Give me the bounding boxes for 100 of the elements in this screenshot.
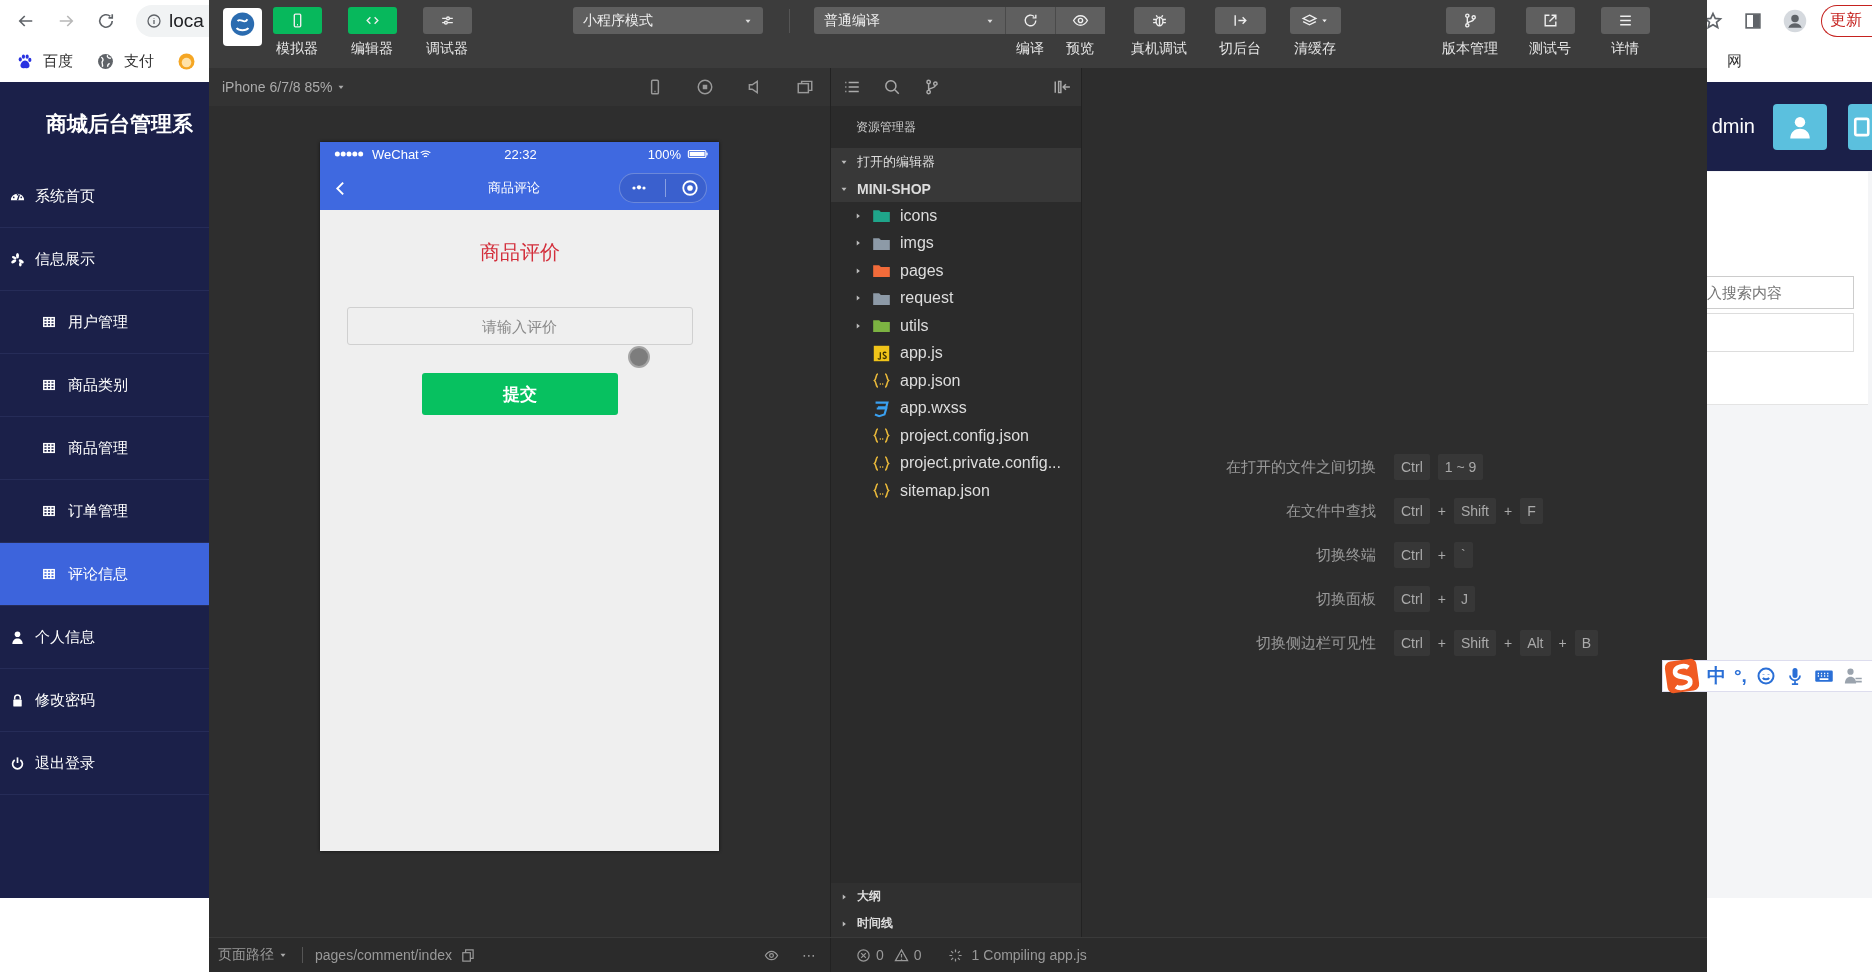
section-header[interactable]: 大纲 <box>831 883 1081 910</box>
key-cap: 1 ~ 9 <box>1437 454 1484 480</box>
capsule-menu[interactable] <box>619 173 707 203</box>
punctuation-mode[interactable]: °, <box>1734 665 1747 687</box>
table-icon <box>42 441 56 455</box>
toolbar-button[interactable] <box>422 7 472 34</box>
info-icon[interactable] <box>146 12 162 29</box>
globe-icon <box>97 53 114 70</box>
menu-item[interactable]: 评论信息 <box>0 543 209 606</box>
js-file-icon <box>872 343 891 363</box>
windows-icon[interactable] <box>796 78 814 96</box>
ime-mode[interactable]: 中 <box>1707 663 1726 689</box>
battery-icon <box>685 147 711 161</box>
button-label: 清缓存 <box>1294 40 1336 58</box>
table-icon <box>42 567 56 581</box>
button-label: 编译 <box>1016 40 1044 58</box>
toolbar-button[interactable] <box>1600 7 1650 34</box>
file-item[interactable]: project.private.config... <box>831 449 1081 477</box>
file-item[interactable]: request <box>831 284 1081 312</box>
comment-input[interactable]: 请输入评价 <box>346 307 693 345</box>
plus-sign: + <box>1437 547 1446 563</box>
file-item[interactable]: sitemap.json <box>831 477 1081 505</box>
file-item[interactable]: icons <box>831 202 1081 230</box>
copy-icon[interactable] <box>459 947 475 963</box>
toolbar-button[interactable] <box>1214 7 1266 34</box>
site-title: 商城后台管理系 <box>45 111 194 137</box>
address-bar[interactable]: loca <box>136 4 209 37</box>
toolbar-button[interactable] <box>1005 7 1055 34</box>
status-time: 22:32 <box>504 146 537 162</box>
toolbar-button[interactable] <box>347 7 397 34</box>
toolbar-button[interactable] <box>1055 7 1105 34</box>
device-selector[interactable]: iPhone 6/7/8 85% <box>222 79 346 95</box>
smiley-icon[interactable] <box>1755 666 1776 686</box>
key-cap: ` <box>1453 542 1473 568</box>
key-cap: Ctrl <box>1394 498 1430 524</box>
table-icon <box>42 378 56 392</box>
layers-icon <box>1301 12 1318 29</box>
search-field[interactable]: 入搜索内容 <box>1707 276 1854 309</box>
key-cap: B <box>1574 630 1599 656</box>
paw-icon <box>16 53 33 70</box>
button-label: 版本管理 <box>1442 40 1498 58</box>
side-panel-icon[interactable] <box>1743 10 1763 31</box>
file-item[interactable]: pages <box>831 257 1081 285</box>
bookmark-link[interactable]: 网 <box>1727 52 1742 71</box>
plus-sign: + <box>1504 635 1513 651</box>
key-cap: Shift <box>1453 630 1496 656</box>
stylesheet-icon <box>872 398 891 418</box>
button-label: 详情 <box>1611 40 1639 58</box>
braces-icon <box>872 371 891 391</box>
toolbar-button[interactable] <box>1445 7 1495 34</box>
toolbar-button[interactable] <box>272 7 322 34</box>
key-cap: Ctrl <box>1394 630 1430 656</box>
battery-percent: 100% <box>647 146 681 162</box>
mode-dropdown[interactable]: 小程序模式 <box>573 7 763 34</box>
file-item[interactable]: project.config.json <box>831 422 1081 450</box>
bookmark-link[interactable]: 支付 <box>97 52 154 71</box>
section-header[interactable]: 打开的编辑器 <box>831 148 1081 175</box>
button-label: 切后台 <box>1219 40 1261 58</box>
collapse-icon[interactable] <box>1053 78 1071 96</box>
section-header[interactable]: MINI-SHOP <box>831 175 1081 202</box>
eye-icon <box>1072 12 1089 29</box>
lock-icon <box>10 692 25 708</box>
branch-icon[interactable] <box>923 78 941 96</box>
plus-sign: + <box>1437 591 1446 607</box>
file-item[interactable]: app.js <box>831 339 1081 367</box>
error-icon[interactable] <box>856 947 871 963</box>
person-icon[interactable] <box>1842 666 1863 686</box>
page-title: 商品评论 <box>487 179 541 197</box>
bookmark-link[interactable]: 百度 <box>16 52 73 71</box>
record-icon[interactable] <box>696 78 714 96</box>
bug-icon <box>1150 12 1168 29</box>
shortcut-label: 切换侧边栏可见性 <box>1255 633 1376 653</box>
file-item[interactable]: utils <box>831 312 1081 340</box>
spinner-icon <box>947 947 963 963</box>
button-label: 预览 <box>1066 40 1094 58</box>
file-item[interactable]: app.wxss <box>831 394 1081 422</box>
table-icon <box>42 504 56 518</box>
compile-dropdown[interactable]: 普通编译 <box>814 7 1005 34</box>
app-logo <box>223 8 262 46</box>
search-icon[interactable] <box>883 78 901 96</box>
toolbar-button[interactable] <box>1133 7 1185 34</box>
toolbar-button[interactable] <box>1525 7 1575 34</box>
key-cap: Ctrl <box>1394 454 1430 480</box>
update-button[interactable]: 更新 <box>1821 4 1872 37</box>
section-header[interactable]: 时间线 <box>831 910 1081 937</box>
warning-count: 0 <box>913 947 922 963</box>
toolbar-button[interactable] <box>1289 7 1341 34</box>
refresh-icon <box>1022 12 1039 29</box>
path-dropdown[interactable]: 页面路径 <box>218 946 288 964</box>
profile-icon[interactable] <box>1783 8 1807 33</box>
file-item[interactable]: app.json <box>831 367 1081 395</box>
button-label: 调试器 <box>426 40 468 58</box>
shortcut-label: 切换终端 <box>1315 545 1376 565</box>
exit-arrow-icon <box>1231 12 1249 29</box>
button-label: 编辑器 <box>351 40 393 58</box>
warning-icon[interactable] <box>893 947 909 963</box>
file-item[interactable]: imgs <box>831 229 1081 257</box>
key-cap: Ctrl <box>1394 542 1430 568</box>
avatar-button[interactable] <box>1773 103 1827 150</box>
more-button[interactable]: ⋯ <box>802 947 816 963</box>
